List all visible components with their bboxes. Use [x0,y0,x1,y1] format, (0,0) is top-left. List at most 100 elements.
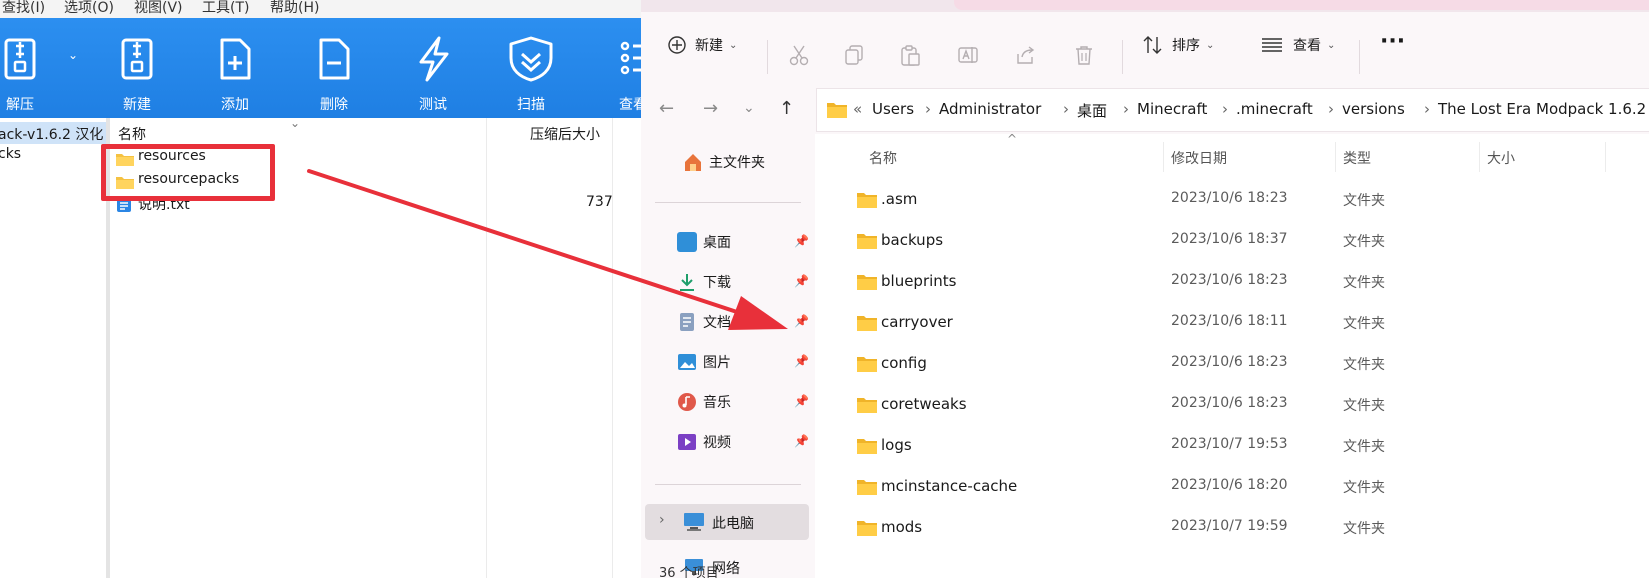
back-arrow-icon[interactable]: ← [659,98,674,119]
breadcrumb-item[interactable]: .minecraft [1236,100,1313,118]
breadcrumb-item[interactable]: Users [872,100,914,118]
breadcrumb-overflow[interactable]: « [853,100,862,118]
file-row[interactable]: coretweaks 2023/10/6 18:23 文件夹 [815,385,1649,426]
file-modified: 2023/10/6 18:23 [1171,395,1288,411]
recent-locations-icon[interactable]: ⌄ [743,100,755,116]
view-button[interactable]: 查看 [595,36,641,116]
delete-button[interactable]: 删除 [296,36,372,116]
folder-icon [857,521,877,536]
breadcrumb-item[interactable]: Administrator [939,100,1041,118]
column-type-header[interactable]: 类型 [1343,148,1371,168]
add-button[interactable]: 添加 [197,36,273,116]
up-arrow-icon[interactable]: ↑ [779,98,794,119]
computer-icon [684,513,704,531]
pin-icon[interactable]: 📌 [794,274,809,288]
column-divider[interactable] [1335,142,1336,172]
paste-icon[interactable] [899,44,921,66]
more-options-button[interactable]: ··· [1380,28,1405,54]
file-row[interactable]: blueprints 2023/10/6 18:23 文件夹 [815,262,1649,303]
new-archive-icon [121,38,153,80]
scan-button[interactable]: 扫描 [493,36,569,116]
rename-icon[interactable] [957,44,979,66]
tree-item-archive[interactable]: ack-v1.6.2 汉化 [0,124,103,144]
pin-icon[interactable]: 📌 [794,434,809,448]
view-label: 查看 [1293,38,1321,54]
forward-arrow-icon[interactable]: → [703,98,718,119]
address-bar[interactable]: « Users › Administrator › 桌面 › Minecraft… [816,88,1649,132]
cut-icon[interactable] [788,44,810,66]
expand-chevron-icon[interactable]: › [659,512,665,528]
copy-icon[interactable] [843,44,865,66]
breadcrumb-chevron-icon[interactable]: › [1063,100,1069,118]
column-divider[interactable] [1605,142,1606,172]
column-modified-header[interactable]: 修改日期 [1171,148,1227,168]
breadcrumb-chevron-icon[interactable]: › [1424,100,1430,118]
breadcrumb-chevron-icon[interactable]: › [1123,100,1129,118]
new-archive-button[interactable]: 新建 [99,36,175,116]
sort-icon [1143,36,1162,54]
pin-icon[interactable]: 📌 [794,234,809,248]
column-divider [486,118,487,578]
breadcrumb-chevron-icon[interactable]: › [1328,100,1334,118]
file-row[interactable]: mcinstance-cache 2023/10/6 18:20 文件夹 [815,467,1649,508]
column-packed-size-header[interactable]: 压缩后大小 [530,124,600,144]
nav-item-desktop[interactable]: 桌面 [677,230,731,254]
file-row[interactable]: backups 2023/10/6 18:37 文件夹 [815,221,1649,262]
breadcrumb-item[interactable]: 桌面 [1077,100,1107,121]
column-divider[interactable] [1163,142,1164,172]
add-label: 添加 [221,97,249,113]
menu-bar: 查找(I) 选项(O) 视图(V) 工具(T) 帮助(H) [0,0,641,18]
file-type: 文件夹 [1343,357,1385,373]
breadcrumb-chevron-icon[interactable]: › [925,100,931,118]
breadcrumb-item[interactable]: versions [1342,100,1405,118]
trash-icon[interactable] [1073,44,1095,66]
pin-icon[interactable]: 📌 [794,354,809,368]
breadcrumb-current[interactable]: The Lost Era Modpack 1.6.2 [1438,100,1646,118]
nav-item-label: 桌面 [703,235,731,251]
new-button[interactable]: 新建 ⌄ [667,32,737,58]
active-tab-edge[interactable] [954,0,1649,10]
nav-item-music[interactable]: 音乐 [677,390,731,414]
share-icon[interactable] [1015,44,1037,66]
extract-dropdown-icon[interactable]: ⌄ [68,48,78,62]
file-row[interactable]: .asm 2023/10/6 18:23 文件夹 [815,180,1649,221]
nav-item-downloads[interactable]: 下载 [677,270,731,294]
column-name-header[interactable]: 名称 [118,124,146,144]
file-row[interactable]: logs 2023/10/7 19:53 文件夹 [815,426,1649,467]
view-button[interactable]: 查看 ⌄ [1261,32,1335,58]
nav-home[interactable]: 主文件夹 [683,150,765,174]
music-icon [678,393,696,411]
nav-item-videos[interactable]: 视频 [677,430,731,454]
column-size-header[interactable]: 大小 [1487,148,1515,168]
home-icon [685,154,701,171]
breadcrumb-chevron-icon[interactable]: › [1222,100,1228,118]
breadcrumb-item[interactable]: Minecraft [1137,100,1207,118]
folder-icon [857,193,877,208]
file-row[interactable]: mods 2023/10/7 19:59 文件夹 [815,508,1649,549]
menu-help[interactable]: 帮助(H) [270,0,319,17]
nav-item-pictures[interactable]: 图片 [677,350,731,374]
toolbar-separator [1122,40,1123,74]
test-button[interactable]: 测试 [395,36,471,116]
menu-tools[interactable]: 工具(T) [202,0,249,17]
nav-item-documents[interactable]: 文档 [677,310,731,334]
column-divider[interactable] [1479,142,1480,172]
menu-find[interactable]: 查找(I) [2,0,45,17]
file-row[interactable]: config 2023/10/6 18:23 文件夹 [815,344,1649,385]
file-row[interactable]: carryover 2023/10/6 18:11 文件夹 [815,303,1649,344]
plus-circle-icon [668,36,686,54]
test-label: 测试 [419,97,447,113]
file-name: .asm [881,190,918,208]
folder-icon [857,398,877,413]
column-name-header[interactable]: 名称 [869,148,897,168]
chevron-down-icon: ⌄ [1206,39,1215,51]
sort-button[interactable]: 排序 ⌄ [1142,32,1214,58]
nav-item-this-pc[interactable]: › 此电脑 [645,504,809,540]
file-modified: 2023/10/6 18:20 [1171,477,1288,493]
tree-item-packs[interactable]: cks [0,146,21,162]
pin-icon[interactable]: 📌 [794,394,809,408]
menu-view[interactable]: 视图(V) [134,0,183,17]
menu-options[interactable]: 选项(O) [64,0,114,17]
pin-icon[interactable]: 📌 [794,314,809,328]
extract-button[interactable]: 解压 [0,36,58,116]
